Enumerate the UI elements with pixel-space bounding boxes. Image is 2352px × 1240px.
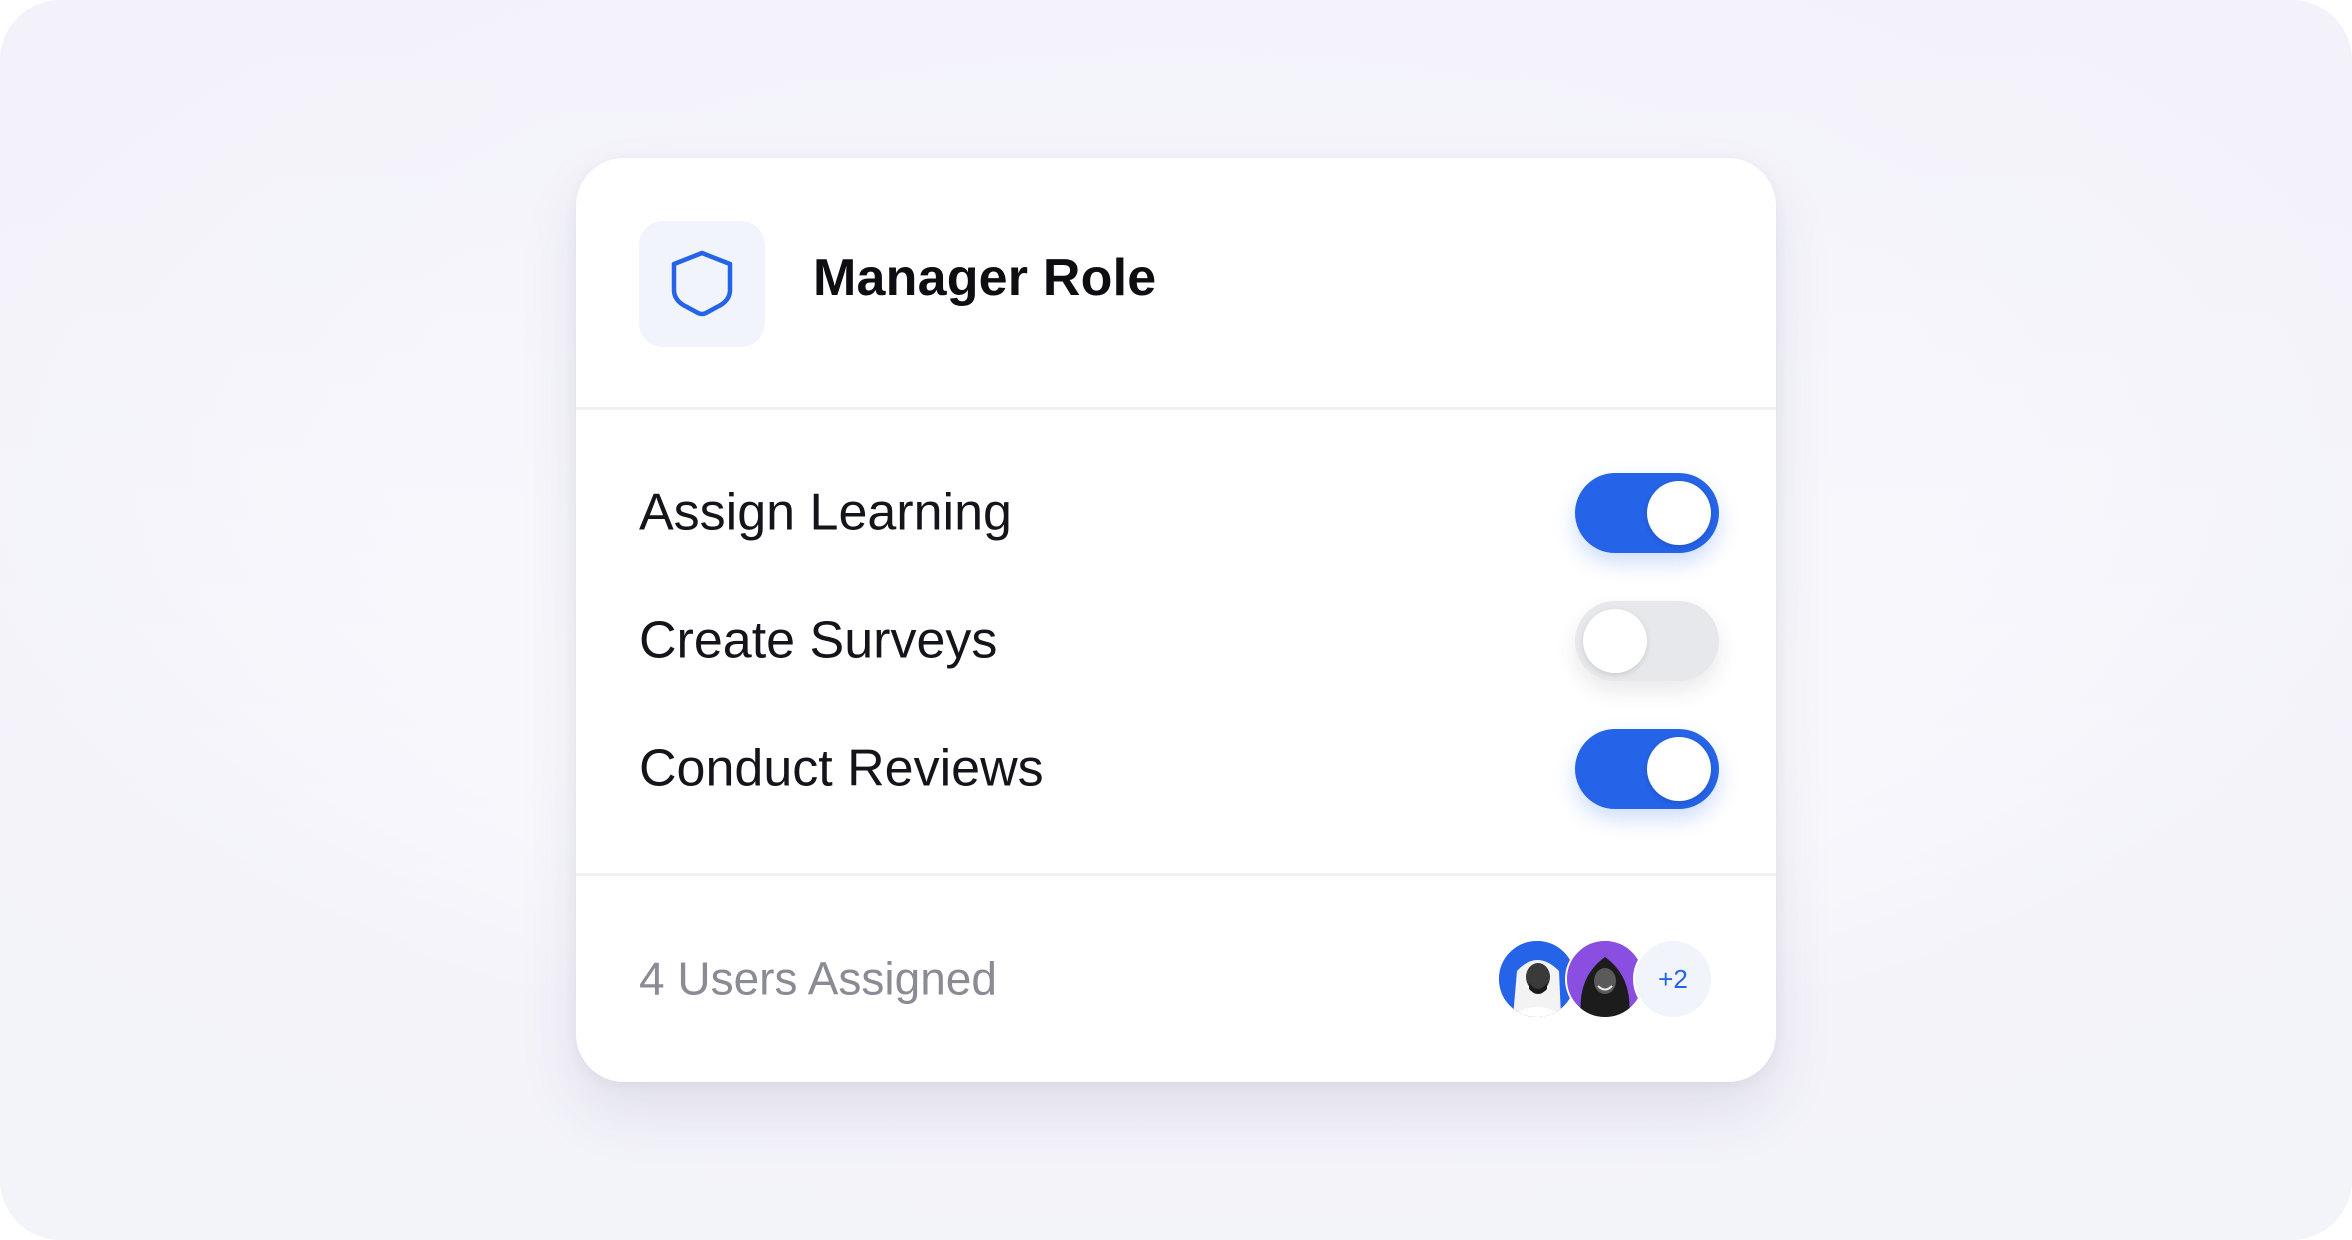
more-users-badge[interactable]: +2 xyxy=(1633,939,1713,1019)
assigned-users-avatars[interactable]: +2 xyxy=(1497,939,1713,1019)
role-card: Manager Role Assign Learning Create Surv… xyxy=(576,158,1776,1082)
toggle-knob xyxy=(1647,481,1711,545)
conduct-reviews-toggle[interactable] xyxy=(1575,729,1719,809)
toggle-knob xyxy=(1647,737,1711,801)
toggle-knob xyxy=(1583,609,1647,673)
permission-row-create-surveys: Create Surveys xyxy=(639,601,1719,681)
role-card-footer: 4 Users Assigned +2 xyxy=(576,876,1776,1082)
role-card-header: Manager Role xyxy=(576,158,1776,410)
create-surveys-toggle[interactable] xyxy=(1575,601,1719,681)
role-title: Manager Role xyxy=(813,249,1157,307)
page-background: Manager Role Assign Learning Create Surv… xyxy=(0,0,2352,1240)
permission-list: Assign Learning Create Surveys Conduct R… xyxy=(576,410,1776,876)
permission-label: Create Surveys xyxy=(639,611,998,670)
permission-label: Conduct Reviews xyxy=(639,739,1044,798)
permission-row-conduct-reviews: Conduct Reviews xyxy=(639,729,1719,809)
permission-row-assign-learning: Assign Learning xyxy=(639,473,1719,553)
permission-label: Assign Learning xyxy=(639,483,1012,542)
users-assigned-count: 4 Users Assigned xyxy=(639,952,997,1005)
assign-learning-toggle[interactable] xyxy=(1575,473,1719,553)
role-icon-tile xyxy=(639,221,765,347)
